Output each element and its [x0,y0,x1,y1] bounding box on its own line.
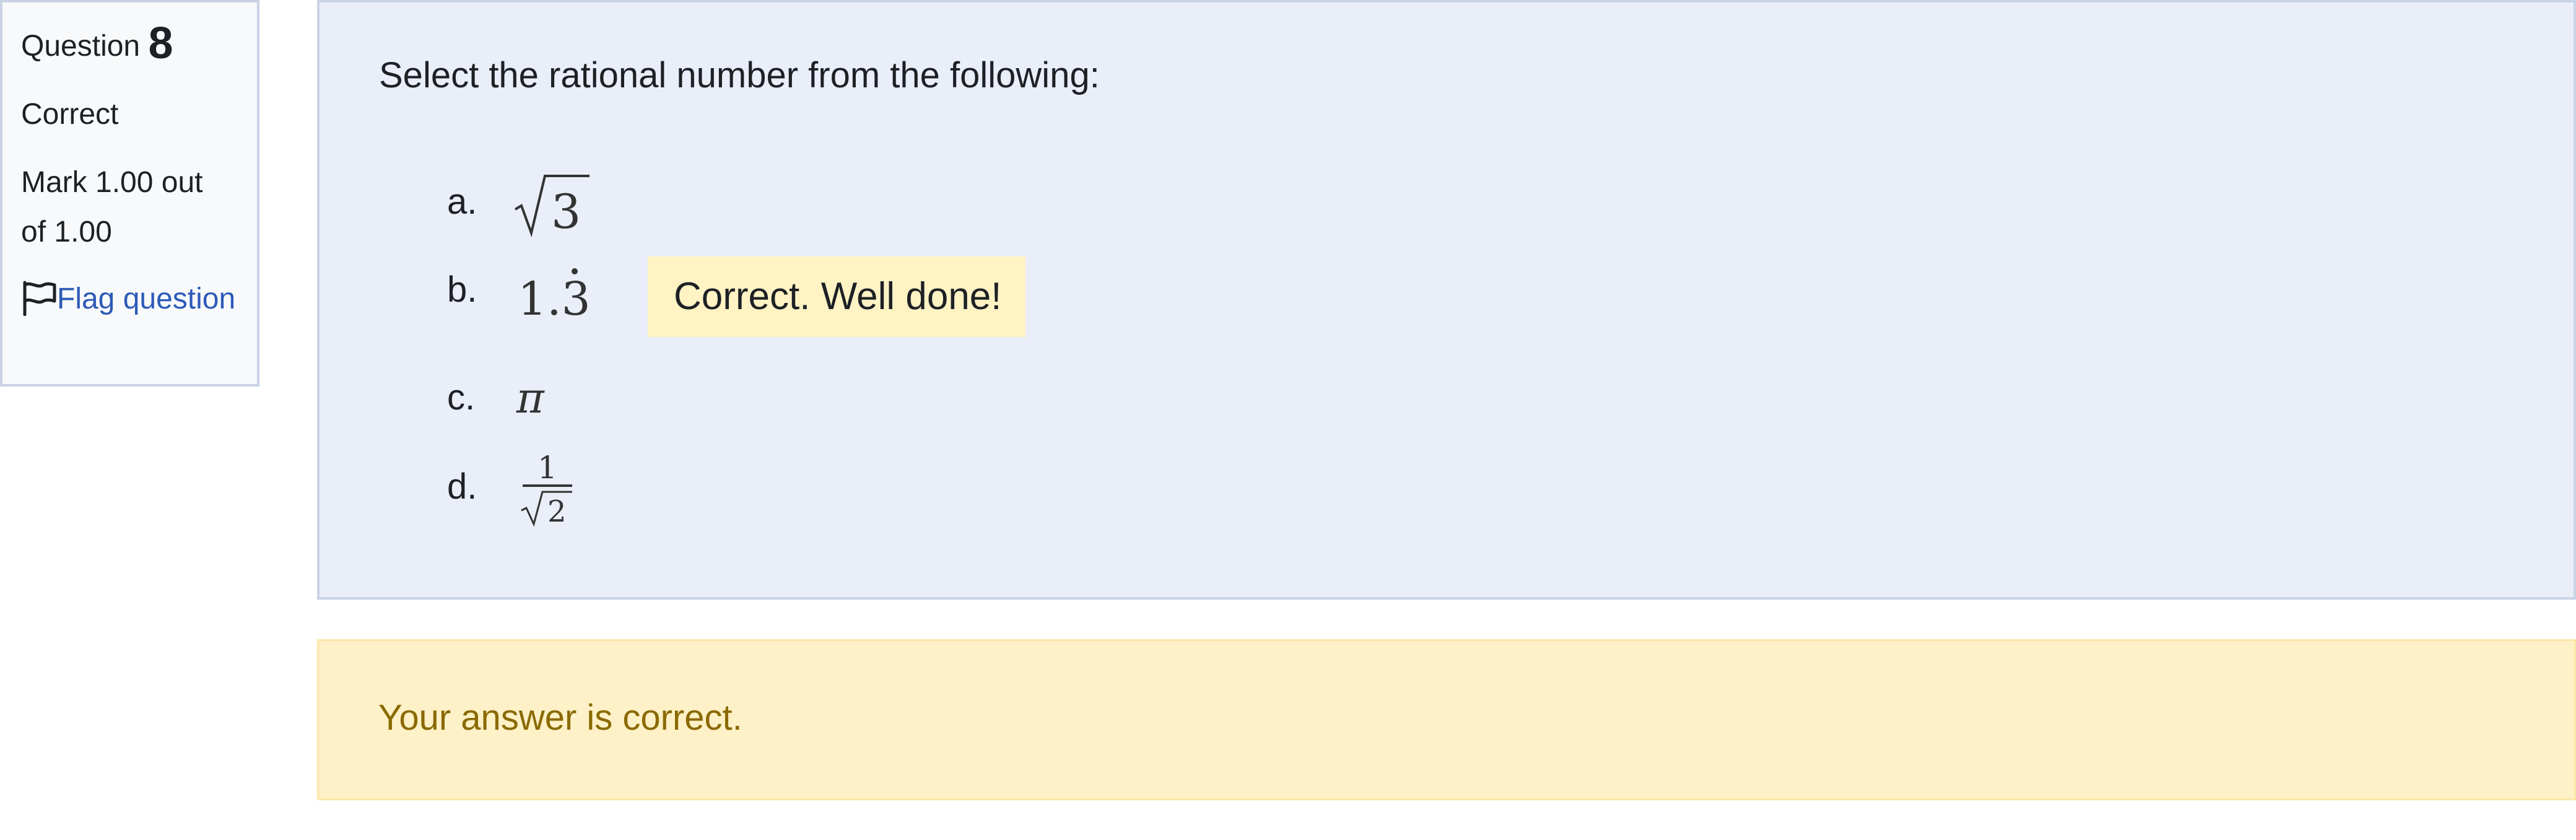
svg-text:3: 3 [551,184,581,239]
answer-letter: a. [447,182,477,222]
question-number: 8 [148,19,173,68]
svg-text:2: 2 [547,494,567,529]
question-info-panel: Question 8 Correct Mark 1.00 out of 1.00… [0,0,259,387]
outcome-feedback: Your answer is correct. [317,639,2576,800]
question-number-heading: Question 8 [21,20,238,70]
outcome-text: Your answer is correct. [378,698,742,738]
math-sqrt-3: 3 [514,175,590,239]
answer-letter: d. [447,466,477,507]
specific-feedback: Correct. Well done! [648,256,1025,337]
math-one-point-three-recurring: 1.3 [518,268,591,323]
flag-question-label: Flag question [57,282,236,315]
question-label: Question [21,30,141,63]
question-text: Select the rational number from the foll… [379,55,1100,95]
question-grade: Mark 1.00 out of 1.00 [21,166,203,248]
question-formulation: Select the rational number from the foll… [317,0,2576,600]
question-state: Correct [21,98,119,131]
svg-text:π: π [516,374,545,423]
answer-letter: c. [447,377,476,418]
flag-question-link[interactable]: Flag question [21,276,238,323]
answer-letter: b. [447,269,477,310]
math-pi: π [516,374,545,423]
svg-text:1: 1 [537,450,557,486]
flag-icon [21,280,57,317]
math-one-over-sqrt-2: 1 2 [521,450,572,529]
svg-text:1.3: 1.3 [518,273,591,323]
